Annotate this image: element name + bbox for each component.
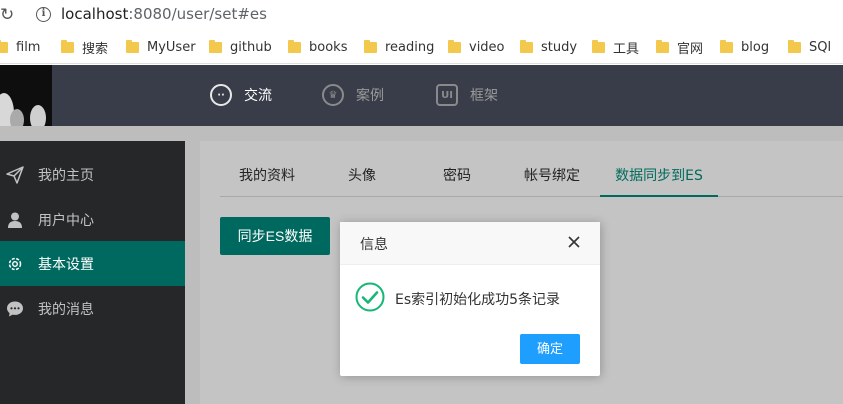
logo-shape xyxy=(10,109,24,126)
tab-account-binding[interactable]: 帐号绑定 xyxy=(504,155,600,197)
nav-item-cases[interactable]: ♛ 案例 xyxy=(322,83,384,107)
sidebar: 我的主页 用户中心 基本设置 我的消息 xyxy=(0,141,185,404)
success-check-icon xyxy=(355,282,385,312)
bookmark-label: 工具 xyxy=(613,41,640,57)
info-icon[interactable]: i xyxy=(36,7,51,22)
bookmark-label: github xyxy=(230,39,272,55)
folder-icon xyxy=(288,39,301,53)
tab-profile[interactable]: 我的资料 xyxy=(220,155,314,197)
sidebar-item-user-center[interactable]: 用户中心 xyxy=(0,197,185,242)
bookmark-github[interactable]: github xyxy=(209,38,272,56)
close-icon[interactable] xyxy=(564,232,584,252)
folder-icon xyxy=(788,39,801,53)
bookmark-label: blog xyxy=(741,39,770,55)
tab-avatar[interactable]: 头像 xyxy=(314,155,410,197)
confirm-button[interactable]: 确定 xyxy=(520,334,580,364)
nav-item-label: 框架 xyxy=(470,88,498,104)
url-field[interactable]: localhost:8080/user/set#es xyxy=(61,5,267,23)
sync-es-button[interactable]: 同步ES数据 xyxy=(220,217,330,255)
folder-icon xyxy=(364,39,377,53)
bookmark-label: video xyxy=(469,39,505,55)
folder-icon xyxy=(720,39,733,53)
bookmark-label: books xyxy=(309,39,348,55)
folder-icon xyxy=(520,39,533,53)
paper-plane-icon xyxy=(5,165,25,185)
logo[interactable] xyxy=(0,65,52,126)
bookmarks-bar: film 搜索 MyUser github books reading vide… xyxy=(0,30,843,64)
ui-icon: UI xyxy=(436,84,458,106)
folder-icon xyxy=(126,39,139,53)
sidebar-item-home[interactable]: 我的主页 xyxy=(0,152,185,197)
bookmark-myuser[interactable]: MyUser xyxy=(126,38,196,56)
sidebar-item-label: 我的消息 xyxy=(38,301,94,318)
sidebar-item-messages[interactable]: 我的消息 xyxy=(0,286,185,331)
folder-icon xyxy=(448,39,461,53)
top-navigation: ·· 交流 ♛ 案例 UI 框架 xyxy=(0,65,843,126)
browser-address-bar: ↻ i localhost:8080/user/set#es xyxy=(0,0,843,30)
info-dialog: 信息 Es索引初始化成功5条记录 确定 xyxy=(340,222,600,376)
tab-password[interactable]: 密码 xyxy=(410,155,504,197)
sidebar-item-label: 基本设置 xyxy=(38,256,94,273)
bookmark-study[interactable]: study xyxy=(520,38,577,56)
logo-shape xyxy=(30,105,46,126)
tab-sync-es[interactable]: 数据同步到ES xyxy=(600,155,718,197)
user-icon xyxy=(5,210,25,230)
bookmark-blog[interactable]: blog xyxy=(720,38,769,56)
bookmark-label: study xyxy=(541,39,578,55)
message-icon xyxy=(5,299,25,319)
bookmark-search[interactable]: 搜索 xyxy=(61,38,109,57)
bookmark-label: 官网 xyxy=(677,41,704,57)
chat-icon: ·· xyxy=(210,84,232,106)
folder-icon xyxy=(209,39,222,53)
bookmark-film[interactable]: film xyxy=(0,38,40,56)
bookmark-label: MyUser xyxy=(147,39,196,55)
sidebar-item-basic-settings[interactable]: 基本设置 xyxy=(0,241,185,286)
folder-icon xyxy=(0,39,8,53)
dialog-header: 信息 xyxy=(340,222,600,265)
folder-icon xyxy=(61,39,74,53)
sidebar-item-label: 用户中心 xyxy=(38,212,94,229)
url-path: :8080/user/set#es xyxy=(128,5,267,23)
nav-item-label: 交流 xyxy=(244,88,272,104)
bookmark-label: reading xyxy=(385,39,435,55)
bookmark-tools[interactable]: 工具 xyxy=(592,38,640,57)
nav-item-framework[interactable]: UI 框架 xyxy=(436,83,498,107)
nav-item-label: 案例 xyxy=(356,88,384,104)
sidebar-item-label: 我的主页 xyxy=(38,167,94,184)
settings-tabs: 我的资料 头像 密码 帐号绑定 数据同步到ES xyxy=(220,155,843,197)
gear-icon xyxy=(5,254,25,274)
folder-icon xyxy=(656,39,669,53)
bookmark-video[interactable]: video xyxy=(448,38,505,56)
bookmark-sql[interactable]: SQl xyxy=(788,38,831,56)
dialog-title: 信息 xyxy=(360,237,388,253)
bookmark-reading[interactable]: reading xyxy=(364,38,434,56)
reload-icon[interactable]: ↻ xyxy=(0,4,16,26)
bookmark-books[interactable]: books xyxy=(288,38,347,56)
nav-item-exchange[interactable]: ·· 交流 xyxy=(210,83,272,107)
dialog-message: Es索引初始化成功5条记录 xyxy=(395,292,561,308)
folder-icon xyxy=(592,39,605,53)
bookmark-official[interactable]: 官网 xyxy=(656,38,704,57)
bookmark-label: 搜索 xyxy=(82,41,109,57)
bookmark-label: SQl xyxy=(809,39,832,55)
crown-icon: ♛ xyxy=(322,84,344,106)
bookmark-label: film xyxy=(16,39,41,55)
url-host: localhost xyxy=(61,5,129,23)
